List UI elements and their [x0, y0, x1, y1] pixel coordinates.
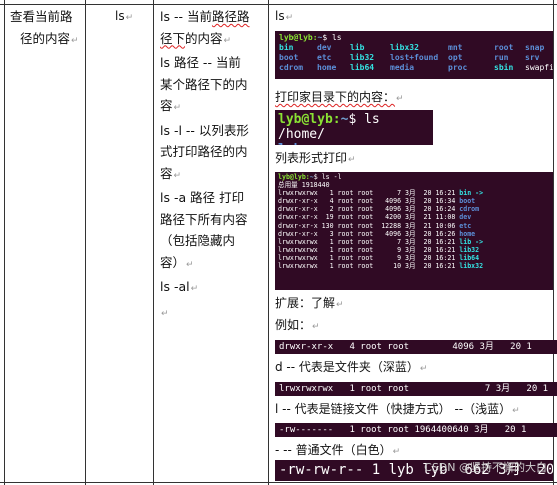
- terminal-ll-rows: lrwxrwxrwx 1 root root 7 3月 20 16:21 bin…: [275, 189, 553, 270]
- topic-cell: 查看当前路 径的内容↵: [10, 6, 82, 52]
- strip-directory: drwxr-xr-x 4 root root 4096 3月 20 1: [275, 340, 557, 354]
- description-line: 径下的内容↵: [160, 30, 232, 46]
- description-line: 容↵: [160, 98, 182, 113]
- column-divider-2: [153, 0, 154, 485]
- ls-entry: libx32: [390, 43, 419, 52]
- description-line: ls -- 当前路径路: [160, 9, 250, 24]
- table-right-border: [553, 0, 554, 485]
- heading-home: 打印家目录下的内容：↵: [275, 90, 404, 104]
- terminal-ll-prompt: lyb@lyb:~$ ls -l: [278, 173, 342, 181]
- ls-l-row: lrwxrwxrwx 1 root root 7 3月 20 16:21 lib…: [278, 237, 484, 246]
- prompt-command: $ ls: [322, 33, 342, 42]
- ls-l-row: drwxr-xr-x 19 root root 4200 3月 21 11:08…: [278, 213, 472, 222]
- ls-entry: lib32: [350, 53, 375, 62]
- strip-large: -rw-rw-r-- 1 lyb lyb 662 3月 20 1 CSDN @坚…: [275, 460, 553, 481]
- ls-entry: proc: [448, 63, 468, 72]
- ls-l-row: lrwxrwxrwx 1 root root 7 3月 20 16:21 bin…: [278, 189, 488, 198]
- column-divider-3: [268, 0, 269, 485]
- prompt-user: lyb@lyb:: [279, 33, 318, 42]
- ls-l-row: drwxr-xr-x 2 root root 4096 3月 20 16:24 …: [278, 205, 480, 214]
- ls-entry: lost+found: [390, 53, 439, 62]
- terminal-home-prompt: lyb@lyb:~$ ls /home/: [278, 112, 380, 142]
- description-line: （包括隐藏内: [160, 233, 236, 248]
- ls-entry: dev: [317, 43, 332, 52]
- terminal-ls: lyb@lyb:~$ ls bin dev lib libx32 mnt root snap…: [275, 31, 553, 79]
- note-directory: d -- 代表是文件夹（深蓝）↵: [275, 360, 428, 374]
- ls-entry: cdrom: [279, 63, 304, 72]
- strip-file: -rw------- 1 root root 1964400640 3月 20 …: [275, 423, 557, 437]
- ls-l-row: lrwxrwxrwx 1 root root 10 3月 20 16:21 li…: [278, 262, 484, 271]
- description-line: 容）↵: [160, 254, 194, 270]
- ls-entry: etc: [317, 53, 332, 62]
- description-line: 容↵: [160, 165, 182, 181]
- ls-entry: opt: [448, 53, 463, 62]
- description-cell: ls -- 当前路径路 径下的内容↵ ls 路径 -- 当前 某个路径下的内 容↵ ls …: [160, 6, 266, 325]
- ls-entry: boot: [279, 53, 299, 62]
- ls-entry: lib: [350, 43, 365, 52]
- heading-example: 例如：↵: [275, 318, 320, 332]
- description-line: ls -a 路径 打印: [160, 190, 245, 205]
- ls-entry: mnt: [448, 43, 463, 52]
- description-line: 某个路径下的内: [160, 76, 248, 92]
- document-table: 查看当前路 径的内容↵ ls↵ ls -- 当前路径路 径下的内容↵ ls 路径 -…: [0, 0, 557, 485]
- ls-entry: swapfile: [525, 63, 553, 72]
- topic-line-2: 径的内容↵: [20, 30, 79, 46]
- terminal-home: lyb@lyb:~$ ls /home/ lyb: [275, 110, 433, 145]
- ls-entry: sbin: [494, 63, 514, 72]
- description-line: ↵: [161, 308, 169, 319]
- terminal-ls-prompt-line: lyb@lyb:~$ ls: [275, 31, 553, 42]
- ls-output-grid: bin dev lib libx32 mnt root snap boot etc lib32 lo…: [275, 42, 553, 72]
- description-line: 路径下所有内容: [160, 211, 248, 227]
- table-top-border: [0, 4, 557, 5]
- ls-entry: srv: [525, 53, 540, 62]
- table-left-border: [4, 0, 5, 485]
- terminal-ll-total: 总用量 1918440: [278, 181, 330, 190]
- ls-entry: home: [317, 63, 337, 72]
- ls-l-row: drwxr-xr-x 3 root root 4096 3月 20 16:26 …: [278, 229, 476, 238]
- heading-extension: 扩展：了解↵: [275, 296, 344, 310]
- terminal-home-output: lyb: [275, 142, 433, 145]
- strip-link: lrwxrwxrwx 1 root root 7 3月 20 1: [275, 382, 557, 396]
- column-divider-1: [85, 0, 86, 485]
- ls-entry: snap: [525, 43, 545, 52]
- description-line: ls -l -- 以列表形: [160, 122, 249, 138]
- description-line: ls -al↵: [160, 279, 199, 294]
- command-cell: ls↵: [115, 9, 134, 23]
- watermark: CSDN @坚持不懈的大白: [424, 461, 547, 474]
- ls-entry: lib64: [350, 63, 375, 72]
- description-line: ls 路径 -- 当前: [160, 55, 241, 70]
- terminal-ls-l: lyb@lyb:~$ ls -l 总用量 1918440 lrwxrwxrwx …: [275, 172, 553, 290]
- ls-entry: bin: [279, 43, 294, 52]
- topic-line-1: 查看当前路: [10, 9, 73, 24]
- ls-l-row: drwxr-xr-x 4 root root 4096 3月 20 16:34 …: [278, 197, 476, 206]
- table-bottom-border: [0, 482, 557, 483]
- command-text: ls: [115, 9, 125, 23]
- heading-list: 列表形式打印↵: [275, 151, 356, 165]
- ls-l-row: lrwxrwxrwx 1 root root 9 3月 20 16:21 lib…: [278, 253, 480, 262]
- note-link: l -- 代表是链接文件（快捷方式） --（浅蓝）↵: [275, 402, 520, 416]
- ls-entry: root: [494, 43, 514, 52]
- description-line: 式打印路径的内: [160, 144, 248, 159]
- ls-l-row: drwxr-xr-x 130 root root 12288 3月 21 10:…: [278, 221, 472, 230]
- ls-entry: media: [390, 63, 415, 72]
- ls-l-row: lrwxrwxrwx 1 root root 9 3月 20 16:21 lib…: [278, 245, 480, 254]
- ls-label: ls↵: [275, 9, 294, 23]
- topic-text-2: 径的内容: [20, 30, 71, 46]
- ls-entry: run: [494, 53, 509, 62]
